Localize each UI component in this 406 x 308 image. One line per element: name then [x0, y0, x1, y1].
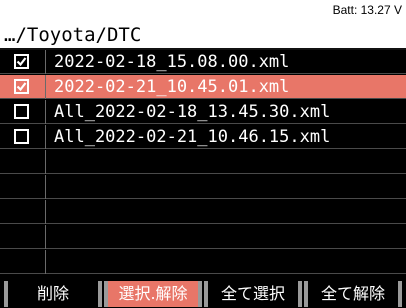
bottom-toolbar: 削除 選択.解除 全て選択 全て解除: [0, 280, 406, 308]
checkbox-cell: [0, 175, 46, 199]
file-row[interactable]: 2022-02-18_15.08.00.xml: [0, 50, 406, 74]
unchecked-checkbox-icon[interactable]: [14, 104, 29, 119]
file-row[interactable]: 2022-02-21_10.45.01.xml: [0, 75, 406, 99]
checkbox-cell: [0, 75, 46, 99]
checkbox-cell: [0, 150, 46, 174]
empty-row: [0, 150, 406, 174]
file-row[interactable]: All_2022-02-18_13.45.30.xml: [0, 100, 406, 124]
toggle-select-button[interactable]: 選択.解除: [104, 281, 202, 307]
battery-voltage: Batt: 13.27 V: [332, 3, 402, 17]
file-name: 2022-02-18_15.08.00.xml: [54, 52, 290, 72]
checked-checkbox-icon[interactable]: [14, 54, 29, 69]
checkbox-cell: [0, 225, 46, 249]
path-bar: …/Toyota/DTC: [0, 22, 406, 50]
select-all-button[interactable]: 全て選択: [204, 281, 302, 307]
checkbox-cell: [0, 200, 46, 224]
unchecked-checkbox-icon[interactable]: [14, 129, 29, 144]
status-bar: Batt: 13.27 V: [0, 0, 406, 22]
deselect-all-button[interactable]: 全て解除: [304, 281, 402, 307]
empty-row: [0, 225, 406, 249]
empty-row: [0, 175, 406, 199]
checked-checkbox-icon[interactable]: [14, 79, 29, 94]
checkbox-cell: [0, 250, 46, 274]
delete-button[interactable]: 削除: [4, 281, 102, 307]
current-path: …/Toyota/DTC: [4, 24, 142, 46]
file-list: 2022-02-18_15.08.00.xml 2022-02-21_10.45.…: [0, 50, 406, 275]
file-name: 2022-02-21_10.45.01.xml: [54, 77, 290, 97]
empty-row: [0, 200, 406, 224]
checkbox-cell: [0, 125, 46, 149]
checkbox-cell: [0, 100, 46, 124]
checkbox-cell: [0, 50, 46, 74]
file-row[interactable]: All_2022-02-21_10.46.15.xml: [0, 125, 406, 149]
file-name: All_2022-02-21_10.46.15.xml: [54, 127, 331, 147]
file-name: All_2022-02-18_13.45.30.xml: [54, 102, 331, 122]
empty-row: [0, 250, 406, 274]
